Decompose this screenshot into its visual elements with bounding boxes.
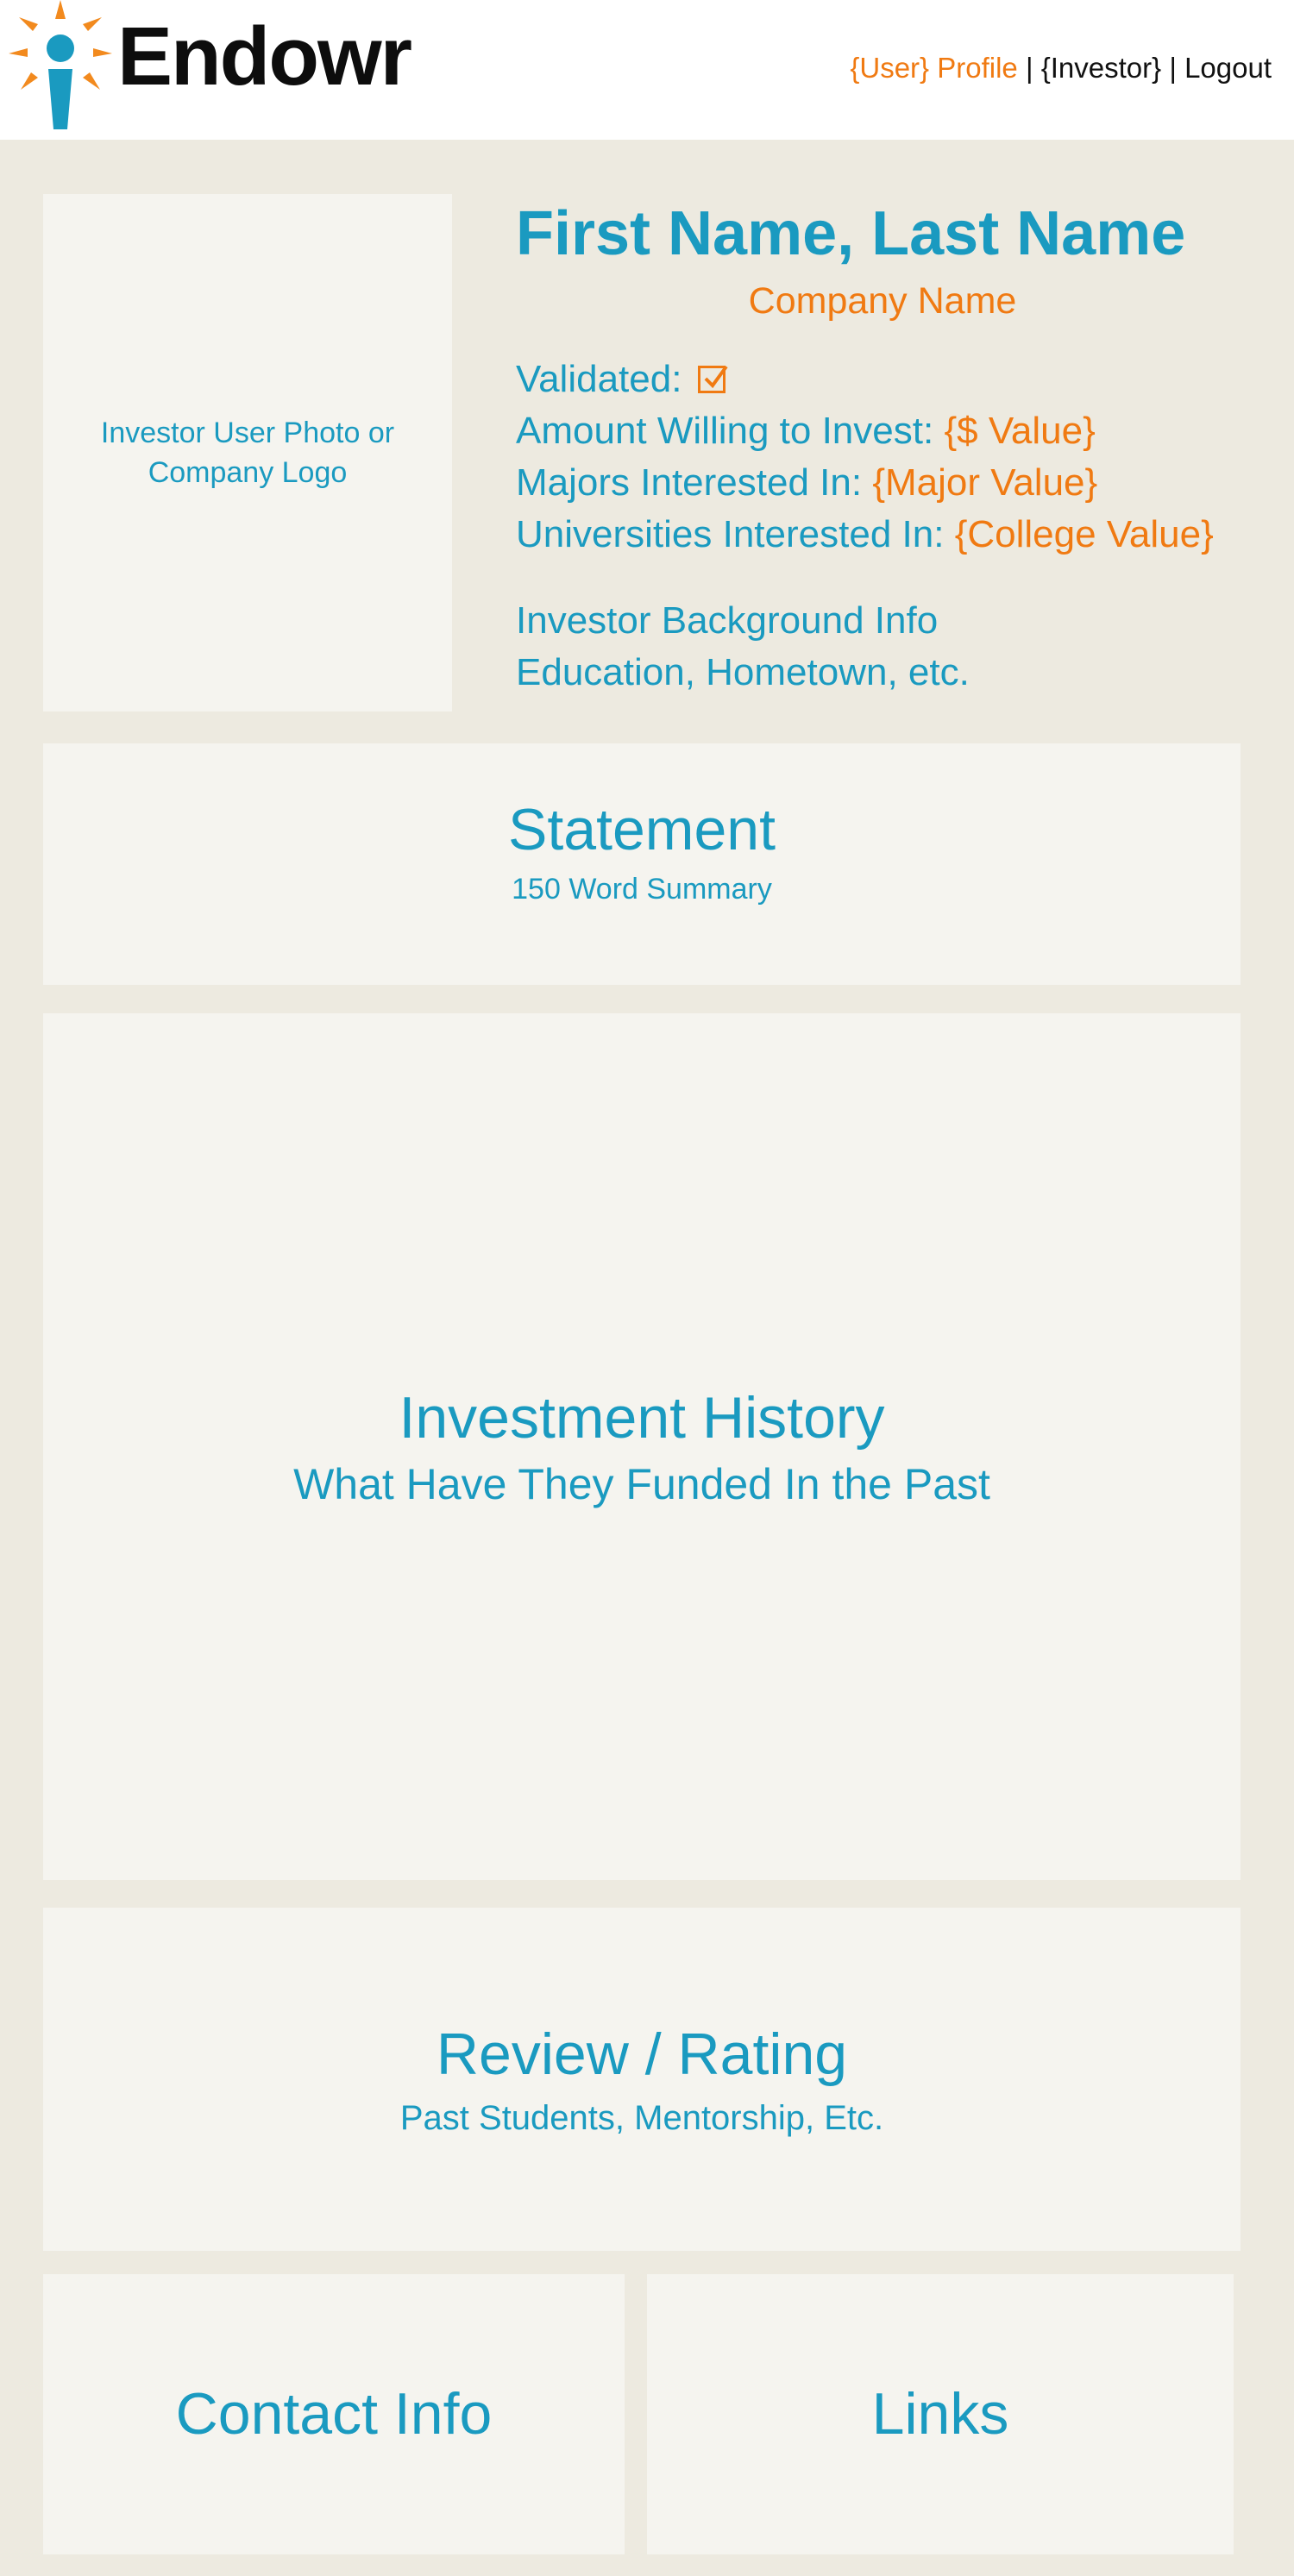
profile-info: First Name, Last Name Company Name Valid… [516, 197, 1275, 699]
universities-value: {College Value} [954, 513, 1214, 555]
investment-history-title: Investment History [399, 1384, 885, 1451]
validated-checkbox-icon [697, 365, 728, 393]
background-line-2: Education, Hometown, etc. [516, 651, 970, 693]
logout-link[interactable]: Logout [1184, 52, 1272, 84]
universities-row: Universities Interested In: {College Val… [516, 509, 1275, 561]
logo[interactable]: Endowr [0, 0, 431, 140]
contact-info-title: Contact Info [175, 2381, 493, 2448]
header-bar: Endowr {User} Profile | {Investor} | Log… [0, 0, 1294, 140]
review-rating-title: Review / Rating [436, 2021, 848, 2087]
review-rating-subtitle: Past Students, Mentorship, Etc. [399, 2099, 884, 2138]
user-profile-link[interactable]: {User} Profile [850, 52, 1017, 84]
company-name: Company Name [748, 280, 1017, 322]
links-section: Links [647, 2274, 1234, 2554]
majors-label: Majors Interested In: [516, 461, 863, 504]
review-rating-section: Review / Rating Past Students, Mentorshi… [43, 1908, 1241, 2251]
investment-history-subtitle: What Have They Funded In the Past [293, 1459, 990, 1508]
investor-link[interactable]: {Investor} [1041, 52, 1161, 84]
investment-history-section: Investment History What Have They Funded… [43, 1013, 1241, 1880]
validated-row: Validated: [516, 354, 1275, 405]
background-info: Investor Background Info Education, Home… [516, 595, 1275, 699]
links-title: Links [871, 2381, 1009, 2448]
contact-info-section: Contact Info [43, 2274, 625, 2554]
investor-name: First Name, Last Name [516, 199, 1186, 268]
nav-separator: | [1025, 52, 1033, 84]
logo-sun-person-icon [9, 0, 112, 129]
amount-row: Amount Willing to Invest: {$ Value} [516, 405, 1275, 457]
nav-separator: | [1169, 52, 1177, 84]
statement-title: Statement [508, 797, 776, 863]
majors-row: Majors Interested In: {Major Value} [516, 457, 1275, 509]
amount-label: Amount Willing to Invest: [516, 410, 934, 452]
investor-photo-placeholder: Investor User Photo or Company Logo [43, 194, 452, 711]
photo-placeholder-label: Investor User Photo or Company Logo [100, 417, 395, 489]
statement-section: Statement 150 Word Summary [43, 743, 1241, 985]
amount-value: {$ Value} [944, 410, 1096, 452]
universities-label: Universities Interested In: [516, 513, 945, 555]
majors-value: {Major Value} [872, 461, 1098, 504]
statement-subtitle: 150 Word Summary [512, 872, 772, 906]
background-line-1: Investor Background Info [516, 599, 939, 642]
logo-text: Endowr [117, 10, 412, 103]
validated-label: Validated: [516, 358, 682, 400]
top-nav: {User} Profile | {Investor} | Logout [850, 53, 1272, 82]
